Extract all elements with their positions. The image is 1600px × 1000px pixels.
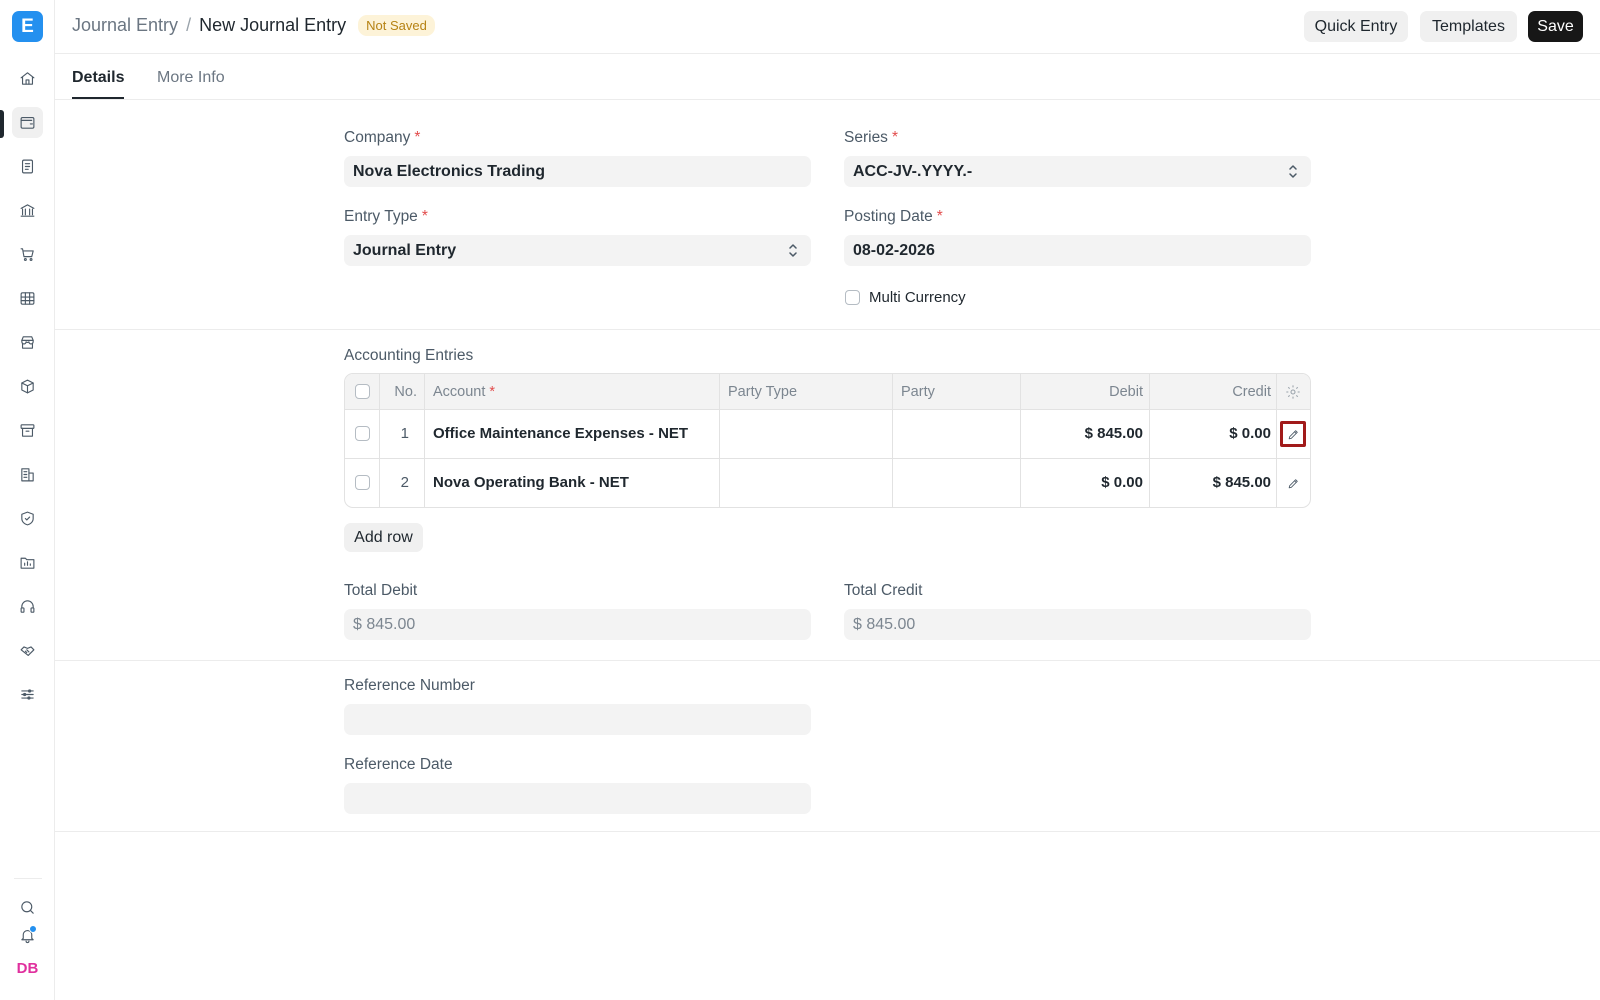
headset-icon[interactable] xyxy=(12,591,43,622)
tab-more-info[interactable]: More Info xyxy=(157,69,225,87)
bank-icon[interactable] xyxy=(12,195,43,226)
edit-row-icon[interactable] xyxy=(1280,421,1306,447)
select-all-checkbox[interactable] xyxy=(355,384,370,399)
column-divider xyxy=(719,374,720,507)
column-divider xyxy=(892,374,893,507)
row-number: 1 xyxy=(400,425,409,442)
bell-icon[interactable] xyxy=(17,925,37,945)
building-icon[interactable] xyxy=(12,459,43,490)
avatar[interactable]: DB xyxy=(12,960,43,982)
posting-date-field[interactable]: 08-02-2026 xyxy=(844,235,1311,266)
series-select[interactable]: ACC-JV-.YYYY.- xyxy=(844,156,1311,187)
templates-button[interactable]: Templates xyxy=(1420,11,1517,42)
page-title: New Journal Entry xyxy=(199,15,347,35)
breadcrumb: Journal Entry / New Journal Entry Not Sa… xyxy=(72,15,435,36)
add-row-button[interactable]: Add row xyxy=(344,523,423,552)
multi-currency-checkbox[interactable] xyxy=(845,290,860,305)
table-row[interactable]: 2 Nova Operating Bank - NET $ 0.00 $ 845… xyxy=(345,459,1310,507)
shield-icon[interactable] xyxy=(12,503,43,534)
entry-type-select[interactable]: Journal Entry xyxy=(344,235,811,266)
credit-cell[interactable]: $ 845.00 xyxy=(1157,474,1271,491)
section-divider xyxy=(55,329,1600,330)
row-number: 2 xyxy=(400,474,409,491)
save-button[interactable]: Save xyxy=(1528,11,1583,42)
table-row[interactable]: 1 Office Maintenance Expenses - NET $ 84… xyxy=(345,410,1310,459)
column-divider xyxy=(1149,374,1150,507)
column-party-type: Party Type xyxy=(728,384,798,400)
account-cell[interactable]: Nova Operating Bank - NET xyxy=(433,474,629,491)
active-tab-underline xyxy=(72,97,124,99)
wallet-icon[interactable] xyxy=(12,107,43,138)
cart-icon[interactable] xyxy=(12,239,43,270)
sliders-icon[interactable] xyxy=(12,679,43,710)
document-icon[interactable] xyxy=(12,151,43,182)
column-debit: Debit xyxy=(1109,384,1143,400)
credit-cell[interactable]: $ 0.00 xyxy=(1157,425,1271,442)
total-debit-field: $ 845.00 xyxy=(344,609,811,640)
company-field[interactable]: Nova Electronics Trading xyxy=(344,156,811,187)
store-icon[interactable] xyxy=(12,327,43,358)
notification-dot xyxy=(29,925,37,933)
tab-bar: Details More Info xyxy=(55,54,1600,100)
column-divider xyxy=(1276,374,1277,507)
status-badge: Not Saved xyxy=(358,15,435,36)
debit-cell[interactable]: $ 845.00 xyxy=(1029,425,1143,442)
package-icon[interactable] xyxy=(12,371,43,402)
entry-type-label: Entry Type * xyxy=(344,208,428,225)
folder-chart-icon[interactable] xyxy=(12,547,43,578)
reference-date-field[interactable] xyxy=(344,783,811,814)
archive-icon[interactable] xyxy=(12,415,43,446)
accounting-entries-table: No. Account * Party Type Party Debit Cred… xyxy=(344,373,1311,508)
column-divider xyxy=(1020,374,1021,507)
column-party: Party xyxy=(901,384,935,400)
table-header: No. Account * Party Type Party Debit Cred… xyxy=(345,374,1310,410)
handshake-icon[interactable] xyxy=(12,635,43,666)
debit-cell[interactable]: $ 0.00 xyxy=(1029,474,1143,491)
column-divider xyxy=(379,374,380,507)
reference-number-field[interactable] xyxy=(344,704,811,735)
reference-number-label: Reference Number xyxy=(344,677,475,694)
breadcrumb-separator: / xyxy=(186,15,192,35)
select-arrows-icon xyxy=(1289,165,1297,178)
app-logo[interactable]: E xyxy=(12,11,43,42)
active-indicator xyxy=(0,110,4,138)
account-cell[interactable]: Office Maintenance Expenses - NET xyxy=(433,425,688,442)
row-checkbox[interactable] xyxy=(355,475,370,490)
posting-date-label: Posting Date * xyxy=(844,208,943,225)
sidebar: E DB xyxy=(0,0,55,1000)
row-checkbox[interactable] xyxy=(355,426,370,441)
gear-icon[interactable] xyxy=(1285,384,1301,400)
quick-entry-button[interactable]: Quick Entry xyxy=(1304,11,1408,42)
series-label: Series * xyxy=(844,129,898,146)
reference-date-label: Reference Date xyxy=(344,756,453,773)
breadcrumb-parent[interactable]: Journal Entry xyxy=(72,15,178,36)
total-credit-label: Total Credit xyxy=(844,582,923,599)
column-no: No. xyxy=(394,384,417,400)
column-account: Account * xyxy=(433,384,496,400)
company-label: Company * xyxy=(344,129,421,146)
search-icon[interactable] xyxy=(17,897,37,917)
page-header: Journal Entry / New Journal Entry Not Sa… xyxy=(55,0,1600,54)
column-divider xyxy=(424,374,425,507)
select-arrows-icon xyxy=(789,244,797,257)
section-divider xyxy=(55,831,1600,832)
sidebar-divider xyxy=(14,878,42,879)
table-icon[interactable] xyxy=(12,283,43,314)
section-divider xyxy=(55,660,1600,661)
total-debit-label: Total Debit xyxy=(344,582,418,599)
edit-row-icon[interactable] xyxy=(1280,470,1306,496)
home-icon[interactable] xyxy=(12,63,43,94)
tab-details[interactable]: Details xyxy=(72,69,124,87)
total-credit-field: $ 845.00 xyxy=(844,609,1311,640)
accounting-entries-label: Accounting Entries xyxy=(344,347,474,364)
multi-currency-label: Multi Currency xyxy=(869,289,966,306)
column-credit: Credit xyxy=(1232,384,1271,400)
